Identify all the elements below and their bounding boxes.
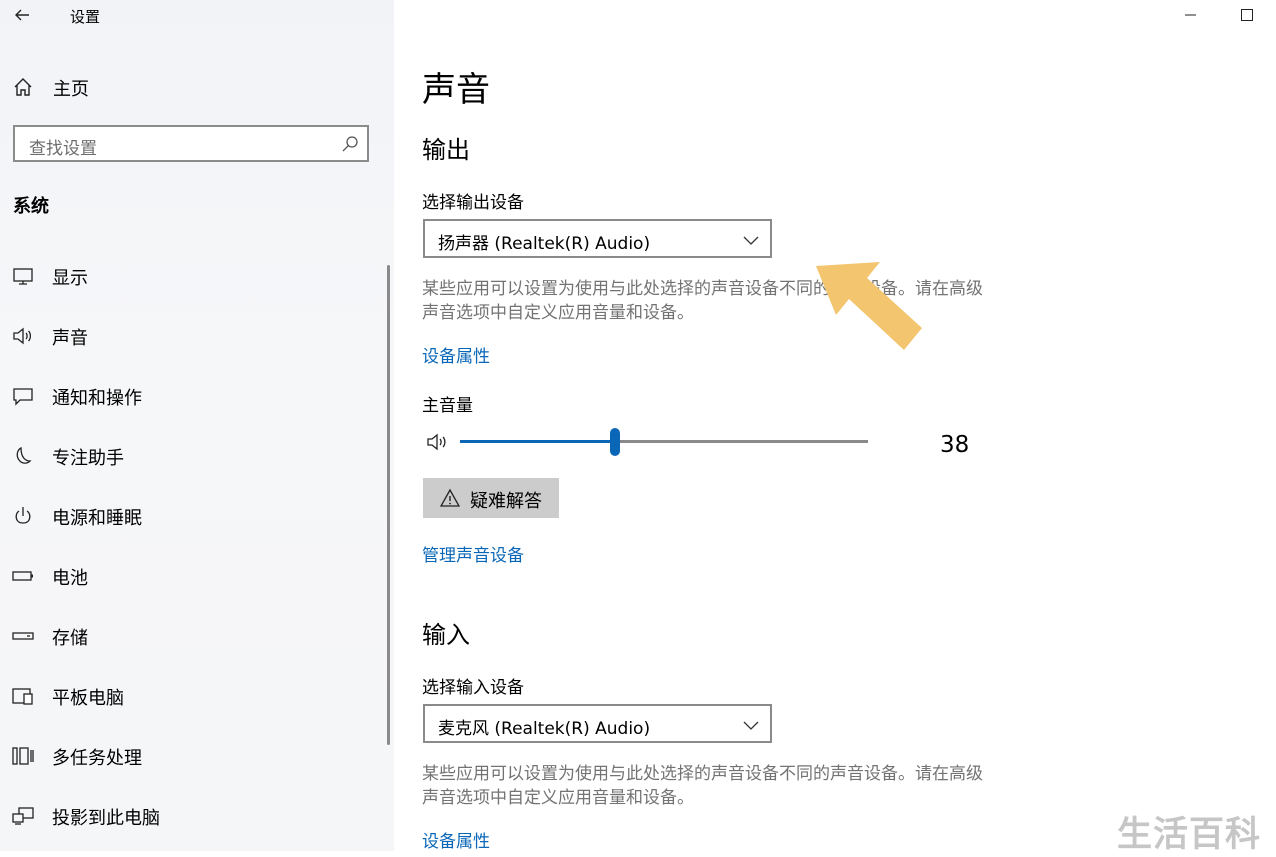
volume-value: 38 bbox=[940, 432, 970, 458]
chevron-down-icon bbox=[743, 721, 759, 730]
sidebar-item-label: 通知和操作 bbox=[52, 388, 142, 409]
sidebar-item-sound[interactable]: 声音 bbox=[0, 316, 380, 356]
projecting-icon bbox=[12, 807, 34, 825]
sidebar-item-label: 存储 bbox=[52, 628, 88, 649]
input-description: 某些应用可以设置为使用与此处选择的声音设备不同的声音设备。请在高级声音选项中自定… bbox=[422, 764, 983, 808]
output-device-label: 选择输出设备 bbox=[422, 193, 524, 213]
sidebar-item-label: 平板电脑 bbox=[52, 688, 124, 709]
input-heading: 输入 bbox=[422, 621, 470, 649]
sidebar-item-label: 专注助手 bbox=[52, 448, 124, 469]
output-device-dropdown[interactable]: 扬声器 (Realtek(R) Audio) bbox=[423, 219, 772, 258]
sidebar-item-label: 电源和睡眠 bbox=[52, 508, 142, 529]
sidebar-item-tablet[interactable]: 平板电脑 bbox=[0, 676, 380, 716]
slider-thumb[interactable] bbox=[610, 428, 620, 456]
troubleshoot-button[interactable]: 疑难解答 bbox=[423, 478, 559, 518]
storage-icon bbox=[12, 632, 34, 640]
warning-icon bbox=[440, 488, 460, 507]
sidebar-scrollbar[interactable] bbox=[387, 265, 390, 745]
input-device-properties-link[interactable]: 设备属性 bbox=[422, 827, 490, 852]
main-content: 声音 输出 选择输出设备 扬声器 (Realtek(R) Audio) 某些应用… bbox=[394, 0, 1276, 852]
sidebar-item-projecting[interactable]: 投影到此电脑 bbox=[0, 796, 380, 836]
search-placeholder: 查找设置 bbox=[29, 139, 97, 159]
monitor-icon bbox=[13, 268, 33, 285]
input-device-value: 麦克风 (Realtek(R) Audio) bbox=[438, 719, 651, 739]
sidebar-item-label: 声音 bbox=[52, 328, 88, 349]
master-volume-label: 主音量 bbox=[422, 396, 473, 416]
battery-icon bbox=[12, 571, 33, 581]
page-title: 声音 bbox=[422, 70, 490, 110]
sidebar-home[interactable]: 主页 bbox=[12, 74, 372, 100]
slider-fill bbox=[460, 440, 615, 443]
sidebar-home-label: 主页 bbox=[53, 79, 89, 100]
multitasking-icon bbox=[12, 747, 34, 765]
volume-slider[interactable] bbox=[460, 426, 868, 458]
back-arrow-icon bbox=[15, 9, 29, 21]
sidebar-item-storage[interactable]: 存储 bbox=[0, 616, 380, 656]
app-title: 设置 bbox=[70, 8, 101, 26]
annotation-arrow-icon bbox=[816, 262, 922, 350]
sidebar-item-notifications[interactable]: 通知和操作 bbox=[0, 376, 380, 416]
sidebar: 设置 主页 查找设置 系统 显示 声音 通知和操作 专注助手 电源和睡眠 电池 … bbox=[0, 0, 394, 851]
watermark: 生活百科 bbox=[1117, 815, 1262, 855]
moon-icon bbox=[16, 446, 32, 464]
output-device-properties-link[interactable]: 设备属性 bbox=[422, 342, 490, 367]
chevron-down-icon bbox=[743, 236, 759, 245]
home-icon bbox=[14, 78, 32, 96]
notification-icon bbox=[13, 388, 33, 406]
search-input[interactable]: 查找设置 bbox=[13, 125, 369, 162]
input-device-dropdown[interactable]: 麦克风 (Realtek(R) Audio) bbox=[423, 704, 772, 743]
sidebar-item-multitasking[interactable]: 多任务处理 bbox=[0, 736, 380, 776]
input-device-label: 选择输入设备 bbox=[422, 678, 524, 698]
sidebar-item-label: 多任务处理 bbox=[52, 748, 142, 769]
sidebar-section-title: 系统 bbox=[13, 196, 49, 217]
manage-sound-devices-link[interactable]: 管理声音设备 bbox=[422, 541, 524, 566]
sidebar-item-label: 电池 bbox=[52, 568, 88, 589]
sidebar-item-label: 显示 bbox=[52, 268, 88, 289]
output-device-value: 扬声器 (Realtek(R) Audio) bbox=[438, 234, 651, 254]
power-icon bbox=[15, 507, 31, 524]
output-heading: 输出 bbox=[422, 136, 470, 164]
volume-icon[interactable] bbox=[426, 430, 450, 454]
back-button[interactable] bbox=[10, 2, 36, 28]
search-icon bbox=[342, 136, 358, 152]
troubleshoot-label: 疑难解答 bbox=[470, 491, 542, 512]
sidebar-item-focus-assist[interactable]: 专注助手 bbox=[0, 436, 380, 476]
speaker-icon bbox=[13, 327, 32, 345]
sidebar-item-power[interactable]: 电源和睡眠 bbox=[0, 496, 380, 536]
sidebar-item-label: 投影到此电脑 bbox=[52, 808, 160, 829]
tablet-icon bbox=[12, 688, 33, 705]
sidebar-item-battery[interactable]: 电池 bbox=[0, 556, 380, 596]
sidebar-item-display[interactable]: 显示 bbox=[0, 256, 380, 296]
